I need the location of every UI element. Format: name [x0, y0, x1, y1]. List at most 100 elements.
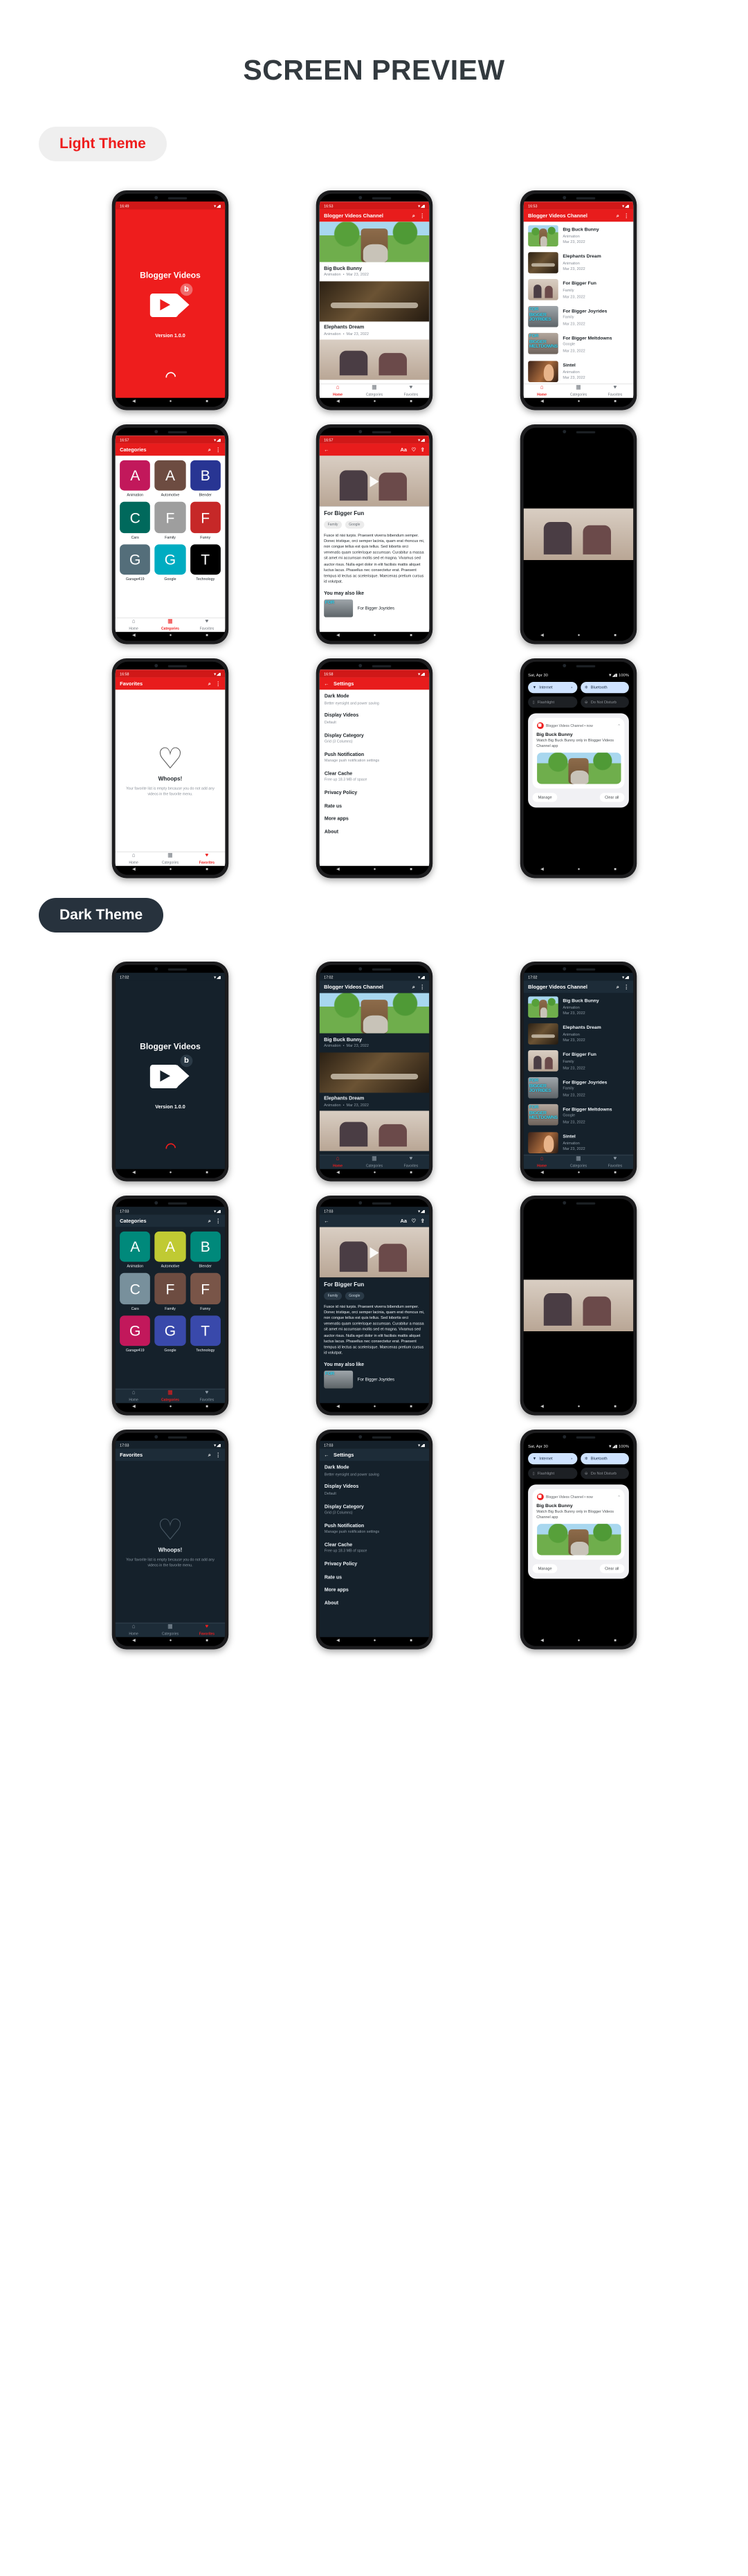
- category-item[interactable]: A Automotive: [154, 460, 185, 498]
- bottom-navigation[interactable]: ⌂ Home ▦ Categories ♥ Favorites: [115, 1622, 225, 1637]
- nav-recents-icon[interactable]: ■: [206, 1405, 208, 1409]
- bottom-nav-item-home[interactable]: ⌂ Home: [319, 1156, 356, 1168]
- bottom-nav-item-categories[interactable]: ▦ Categories: [356, 1156, 392, 1168]
- category-item[interactable]: B Blender: [190, 1231, 221, 1269]
- search-icon[interactable]: ⌕: [208, 681, 210, 686]
- bottom-navigation[interactable]: ⌂ Home ▦ Categories ♥ Favorites: [115, 617, 225, 632]
- video-detail-body[interactable]: For Bigger Fun Family Google Fusce id nis…: [319, 1227, 429, 1403]
- settings-item[interactable]: Dark Mode Better eyesight and power savi…: [319, 1461, 429, 1480]
- nav-recents-icon[interactable]: ■: [206, 1171, 208, 1176]
- android-nav-bar[interactable]: ◀ ● ■: [319, 865, 429, 875]
- category-tile[interactable]: G: [119, 1315, 150, 1346]
- category-tile[interactable]: G: [119, 543, 150, 575]
- nav-home-icon[interactable]: ●: [169, 633, 172, 638]
- bottom-nav-item-favorites[interactable]: ♥ Favorites: [392, 385, 429, 397]
- settings-item[interactable]: Push Notification Manage push notificati…: [319, 747, 429, 766]
- manage-button[interactable]: Manage: [532, 793, 558, 802]
- android-nav-bar[interactable]: ◀ ● ■: [115, 1637, 225, 1646]
- settings-item[interactable]: Display Videos Default: [319, 709, 429, 728]
- category-chip[interactable]: Family: [323, 521, 342, 529]
- bottom-navigation[interactable]: ⌂ Home ▦ Categories ♥ Favorites: [523, 1154, 633, 1169]
- category-item[interactable]: F Funny: [190, 1273, 221, 1310]
- category-item[interactable]: C Cars: [119, 502, 150, 539]
- bottom-nav-item-categories[interactable]: ▦ Categories: [152, 1390, 188, 1402]
- video-card-list[interactable]: Big Buck Bunny Animation • Mar 23, 2022 …: [319, 993, 429, 1155]
- clear-all-button[interactable]: Clear all: [599, 793, 624, 802]
- nav-back-icon[interactable]: ◀: [540, 1171, 543, 1176]
- fullscreen-video-player[interactable]: [523, 435, 633, 632]
- video-card-list[interactable]: Big Buck Bunny Animation • Mar 23, 2022 …: [319, 222, 429, 384]
- nav-back-icon[interactable]: ◀: [336, 633, 339, 638]
- overflow-menu-icon[interactable]: ⋮: [623, 984, 628, 991]
- nav-back-icon[interactable]: ◀: [132, 633, 135, 638]
- category-tile[interactable]: G: [154, 1315, 185, 1346]
- video-card[interactable]: Big Buck Bunny Animation • Mar 23, 2022: [319, 222, 429, 281]
- bottom-nav-item-categories[interactable]: ▦ Categories: [152, 1624, 188, 1636]
- bottom-navigation[interactable]: ⌂ Home ▦ Categories ♥ Favorites: [319, 383, 429, 398]
- category-item[interactable]: A Automotive: [154, 1231, 185, 1269]
- category-tile[interactable]: F: [190, 1273, 221, 1304]
- category-tile[interactable]: A: [154, 1231, 185, 1263]
- nav-recents-icon[interactable]: ■: [614, 1171, 617, 1176]
- overflow-menu-icon[interactable]: ⋮: [215, 1452, 220, 1459]
- video-card[interactable]: Elephants Dream Animation • Mar 23, 2022: [319, 1052, 429, 1111]
- nav-back-icon[interactable]: ◀: [540, 867, 543, 872]
- quick-setting-bluetooth[interactable]: ✲ Bluetooth: [579, 1453, 629, 1465]
- font-size-icon[interactable]: Aa: [400, 447, 407, 452]
- android-nav-bar[interactable]: ◀ ● ■: [523, 397, 633, 407]
- nav-recents-icon[interactable]: ■: [206, 399, 208, 404]
- category-tile[interactable]: B: [190, 1231, 221, 1263]
- category-item[interactable]: G Google: [154, 1315, 185, 1353]
- android-nav-bar[interactable]: ◀ ● ■: [115, 397, 225, 407]
- video-card[interactable]: For Bigger Fun Family • Mar 23, 2022: [319, 1110, 429, 1155]
- search-icon[interactable]: ⌕: [616, 984, 619, 989]
- play-icon[interactable]: [370, 475, 378, 487]
- nav-home-icon[interactable]: ●: [373, 1405, 376, 1409]
- video-list-item[interactable]: For Bigger Fun Family Mar 23, 2022: [523, 1047, 633, 1074]
- clear-all-button[interactable]: Clear all: [599, 1564, 624, 1573]
- video-list-item[interactable]: Sintel Animation Mar 23, 2022: [523, 1128, 633, 1154]
- nav-home-icon[interactable]: ●: [169, 1639, 172, 1643]
- nav-home-icon[interactable]: ●: [373, 399, 376, 404]
- category-item[interactable]: F Family: [154, 1273, 185, 1310]
- bottom-navigation[interactable]: ⌂ Home ▦ Categories ♥ Favorites: [319, 1154, 429, 1169]
- fullscreen-video-player[interactable]: [523, 1207, 633, 1403]
- nav-recents-icon[interactable]: ■: [614, 867, 617, 872]
- nav-recents-icon[interactable]: ■: [206, 867, 208, 872]
- category-chip[interactable]: Google: [345, 1292, 364, 1300]
- category-item[interactable]: T Technology: [190, 1315, 221, 1353]
- nav-recents-icon[interactable]: ■: [410, 399, 412, 404]
- bottom-nav-item-categories[interactable]: ▦ Categories: [356, 385, 392, 397]
- bottom-nav-item-favorites[interactable]: ♥ Favorites: [188, 619, 225, 631]
- nav-back-icon[interactable]: ◀: [132, 1171, 135, 1176]
- android-nav-bar[interactable]: ◀ ● ■: [523, 1637, 633, 1646]
- settings-item[interactable]: Clear Cache Free up 18.3 MB of space: [319, 766, 429, 786]
- video-card[interactable]: Elephants Dream Animation • Mar 23, 2022: [319, 280, 429, 340]
- category-tile[interactable]: A: [119, 460, 150, 492]
- settings-item[interactable]: About: [319, 825, 429, 838]
- bottom-nav-item-favorites[interactable]: ♥ Favorites: [596, 1156, 633, 1168]
- quick-setting-do-not-disturb[interactable]: ⊖ Do Not Disturb: [579, 1468, 629, 1479]
- settings-item[interactable]: About: [319, 1596, 429, 1610]
- android-nav-bar[interactable]: ◀ ● ■: [319, 1403, 429, 1412]
- bottom-nav-item-favorites[interactable]: ♥ Favorites: [188, 853, 225, 865]
- category-item[interactable]: C Cars: [119, 1273, 150, 1310]
- play-icon[interactable]: [370, 1246, 378, 1258]
- category-tile[interactable]: A: [119, 1231, 150, 1263]
- bottom-nav-item-home[interactable]: ⌂ Home: [523, 385, 560, 397]
- settings-item[interactable]: Dark Mode Better eyesight and power savi…: [319, 690, 429, 709]
- video-list-item[interactable]: Big Buck Bunny Animation Mar 23, 2022: [523, 222, 633, 249]
- back-icon[interactable]: ←: [324, 447, 329, 452]
- bottom-nav-item-categories[interactable]: ▦ Categories: [560, 1156, 596, 1168]
- category-tile[interactable]: A: [154, 460, 185, 492]
- settings-list[interactable]: Dark Mode Better eyesight and power savi…: [319, 1461, 429, 1637]
- bottom-navigation[interactable]: ⌂ Home ▦ Categories ♥ Favorites: [115, 851, 225, 866]
- android-nav-bar[interactable]: ◀ ● ■: [523, 865, 633, 875]
- bottom-navigation[interactable]: ⌂ Home ▦ Categories ♥ Favorites: [115, 1388, 225, 1403]
- nav-back-icon[interactable]: ◀: [336, 1405, 339, 1409]
- video-detail-body[interactable]: For Bigger Fun Family Google Fusce id nis…: [319, 456, 429, 632]
- nav-home-icon[interactable]: ●: [373, 867, 376, 872]
- video-list-item[interactable]: FOR BIGGER MELTDOWNS For Bigger Meltdowns …: [523, 330, 633, 357]
- nav-home-icon[interactable]: ●: [169, 1171, 172, 1176]
- quick-setting-internet[interactable]: ▼ Internet ›: [527, 682, 577, 694]
